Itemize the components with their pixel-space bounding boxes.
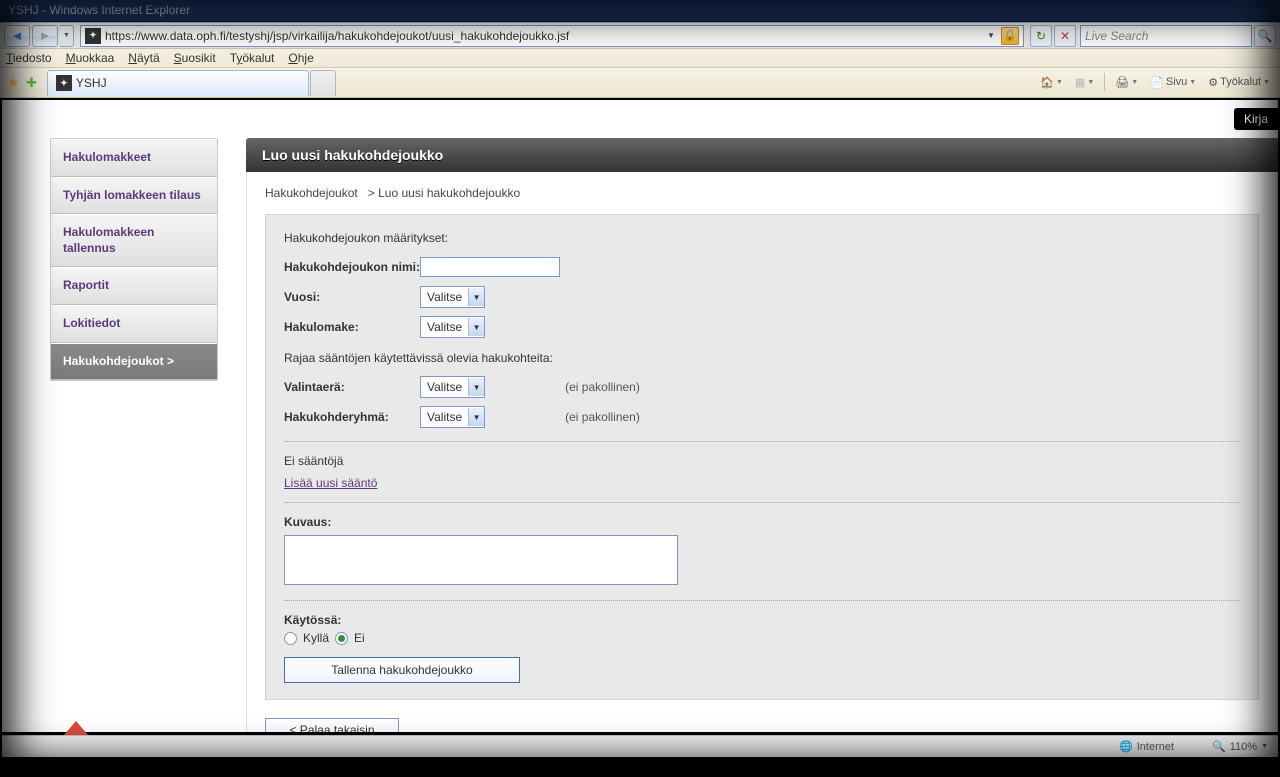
sidebar-item-tyhjan-lomakkeen-tilaus[interactable]: Tyhjän lomakkeen tilaus [51, 177, 217, 215]
address-dropdown[interactable]: ▼ [983, 31, 999, 40]
hint-optional-2: (ei pakollinen) [565, 410, 640, 424]
textarea-kuvaus[interactable] [284, 535, 678, 585]
tab-strip: ★ ✚ ✦ YSHJ 🏠▼ ▦▼ 🖨▼ 📄Sivu▼ ⚙Työkalut▼ [0, 68, 1280, 98]
favorites-star-icon[interactable]: ★ [4, 74, 22, 92]
menu-view[interactable]: Näytä [128, 51, 159, 65]
refresh-button[interactable]: ↻ [1030, 25, 1052, 47]
tab-favicon: ✦ [56, 75, 72, 91]
section-header-2: Rajaa sääntöjen käytettävissä olevia hak… [284, 351, 1240, 365]
chevron-down-icon: ▼ [468, 288, 484, 306]
hint-optional-1: (ei pakollinen) [565, 380, 640, 394]
search-placeholder: Live Search [1085, 29, 1148, 43]
tab-label: YSHJ [76, 76, 107, 90]
select-hakukohderyhma[interactable]: Valitse ▼ [420, 406, 485, 428]
site-icon: ✦ [85, 28, 101, 44]
rss-icon: ▦ [1075, 76, 1085, 89]
page-menu[interactable]: 📄Sivu▼ [1146, 71, 1200, 93]
search-box[interactable]: Live Search [1080, 25, 1252, 47]
address-bar[interactable]: ✦ https://www.data.oph.fi/testyshj/jsp/v… [80, 25, 1024, 47]
back-link-button[interactable]: < Palaa takaisin [265, 718, 399, 732]
form-panel: Hakukohdejoukon määritykset: Hakukohdejo… [265, 214, 1259, 700]
main-panel: Luo uusi hakukohdejoukko Hakukohdejoukot… [246, 138, 1278, 722]
divider [284, 441, 1240, 442]
browser-tab[interactable]: ✦ YSHJ [47, 70, 309, 96]
input-hakukohdejoukon-nimi[interactable] [420, 257, 560, 277]
divider [284, 600, 1240, 601]
search-go-button[interactable]: 🔍 [1254, 25, 1276, 47]
menu-bar: Tiedosto Muokkaa Näytä Suosikit Työkalut… [0, 48, 1280, 68]
sidebar-item-raportit[interactable]: Raportit [51, 267, 217, 305]
chevron-down-icon: ▼ [468, 318, 484, 336]
command-bar: 🏠▼ ▦▼ 🖨▼ 📄Sivu▼ ⚙Työkalut▼ [1036, 71, 1274, 93]
status-bar: 🌐 Internet 🔍 110% ▼ [2, 735, 1278, 757]
printer-icon: 🖨 [1115, 76, 1129, 89]
select-vuosi[interactable]: Valitse ▼ [420, 286, 485, 308]
home-button[interactable]: 🏠▼ [1036, 71, 1067, 93]
menu-file[interactable]: Tiedosto [6, 51, 52, 65]
divider [284, 502, 1240, 503]
globe-icon: 🌐 [1119, 740, 1133, 753]
label-valintaera: Valintaerä: [284, 380, 420, 394]
sidebar: Hakulomakkeet Tyhjän lomakkeen tilaus Ha… [50, 138, 218, 381]
menu-tools[interactable]: Työkalut [230, 51, 275, 65]
page-viewport: Kirja Hakulomakkeet Tyhjän lomakkeen til… [2, 100, 1278, 732]
label-vuosi: Vuosi: [284, 290, 420, 304]
breadcrumb-root[interactable]: Hakukohdejoukot [265, 186, 358, 200]
breadcrumb: Hakukohdejoukot > Luo uusi hakukohdejouk… [265, 186, 1259, 200]
chevron-down-icon: ▼ [468, 378, 484, 396]
sidebar-item-lokitiedot[interactable]: Lokitiedot [51, 305, 217, 343]
home-icon: 🏠 [1040, 76, 1054, 89]
lock-icon: 🔒 [1001, 27, 1019, 45]
new-tab-button[interactable] [310, 70, 336, 96]
breadcrumb-leaf: Luo uusi hakukohdejoukko [378, 186, 520, 200]
separator [1104, 73, 1105, 91]
menu-favorites[interactable]: Suosikit [174, 51, 216, 65]
zoom-icon: 🔍 [1212, 740, 1226, 753]
window-titlebar: YSHJ - Windows Internet Explorer [0, 0, 1280, 22]
save-button[interactable]: Tallenna hakukohdejoukko [284, 657, 520, 683]
link-add-rule[interactable]: Lisää uusi sääntö [284, 476, 1240, 490]
select-valintaera[interactable]: Valitse ▼ [420, 376, 485, 398]
status-zone: Internet [1137, 741, 1174, 753]
page-icon: 📄 [1150, 76, 1164, 89]
label-hakulomake: Hakulomake: [284, 320, 420, 334]
radio-label-kylla: Kyllä [303, 631, 329, 645]
forward-button[interactable]: ► [32, 25, 58, 47]
red-triangle-icon [64, 721, 88, 735]
radio-kylla[interactable] [284, 632, 297, 645]
label-name: Hakukohdejoukon nimi: [284, 260, 420, 274]
sidebar-item-hakukohdejoukot[interactable]: Hakukohdejoukot > [51, 343, 217, 381]
sidebar-item-hakulomakkeen-tallennus[interactable]: Hakulomakkeen tallennus [51, 214, 217, 267]
window-title: YSHJ - Windows Internet Explorer [8, 3, 190, 17]
logout-button[interactable]: Kirja [1234, 108, 1278, 130]
page-title: Luo uusi hakukohdejoukko [246, 138, 1278, 172]
select-hakulomake[interactable]: Valitse ▼ [420, 316, 485, 338]
radio-label-ei: Ei [354, 631, 365, 645]
chevron-down-icon: ▼ [468, 408, 484, 426]
back-button[interactable]: ◄ [4, 25, 30, 47]
radio-ei[interactable] [335, 632, 348, 645]
no-rules-text: Ei sääntöjä [284, 454, 1240, 468]
tools-menu[interactable]: ⚙Työkalut▼ [1204, 71, 1274, 93]
status-zoom: 110% [1230, 741, 1257, 753]
nav-toolbar: ◄ ► ▼ ✦ https://www.data.oph.fi/testyshj… [0, 22, 1280, 48]
add-to-favorites-icon[interactable]: ✚ [26, 75, 37, 91]
print-button[interactable]: 🖨▼ [1111, 71, 1142, 93]
sidebar-item-hakulomakkeet[interactable]: Hakulomakkeet [51, 139, 217, 177]
feeds-button[interactable]: ▦▼ [1071, 71, 1098, 93]
label-hakukohderyhma: Hakukohderyhmä: [284, 410, 420, 424]
label-kaytossa: Käytössä: [284, 613, 1240, 627]
address-url: https://www.data.oph.fi/testyshj/jsp/vir… [101, 29, 983, 43]
label-kuvaus: Kuvaus: [284, 515, 1240, 529]
section-header-1: Hakukohdejoukon määritykset: [284, 231, 1240, 245]
menu-help[interactable]: Ohje [288, 51, 313, 65]
gear-icon: ⚙ [1208, 76, 1218, 89]
stop-button[interactable]: ✕ [1054, 25, 1076, 47]
menu-edit[interactable]: Muokkaa [66, 51, 115, 65]
nav-history-dropdown[interactable]: ▼ [60, 25, 74, 47]
